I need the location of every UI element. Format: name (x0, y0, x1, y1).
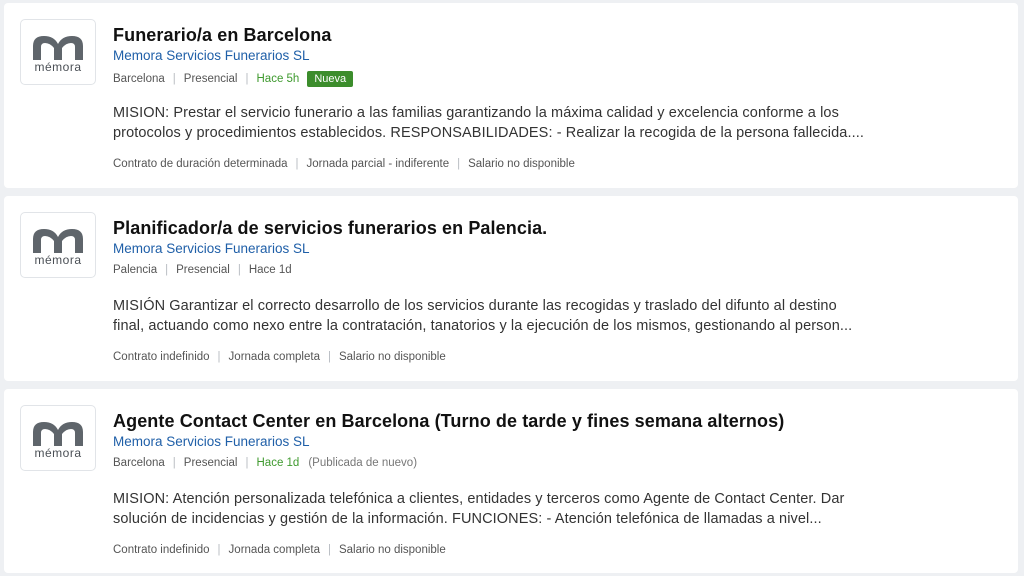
job-conditions: Contrato indefinido | Jornada completa |… (113, 351, 446, 363)
company-link[interactable]: Memora Servicios Funerarios SL (113, 434, 310, 449)
meta-divider: | (295, 158, 299, 170)
logo-wordmark: mémora (34, 59, 82, 74)
meta-divider: | (457, 158, 461, 170)
memora-m-logo-icon (33, 228, 83, 253)
meta-divider: | (327, 351, 331, 363)
work-schedule: Jornada completa (228, 351, 320, 363)
job-posted-time: Hace 5h (256, 73, 300, 85)
meta-divider: | (245, 457, 249, 469)
job-description-line: solución de incidencias y gestión de la … (113, 511, 822, 527)
republished-note: (Publicada de nuevo) (308, 457, 418, 469)
work-schedule: Jornada completa (228, 544, 320, 556)
meta-divider: | (172, 457, 176, 469)
job-offer-card[interactable]: mémora Planificador/a de servicios funer… (4, 196, 1018, 381)
job-description: MISION: Atención personalizada telefónic… (113, 489, 1013, 529)
work-schedule: Jornada parcial - indiferente (306, 158, 450, 170)
job-offer-card[interactable]: mémora Funerario/a en Barcelona Memora S… (4, 3, 1018, 188)
job-title[interactable]: Planificador/a de servicios funerarios e… (113, 218, 547, 239)
meta-divider: | (172, 73, 176, 85)
job-description: MISION: Prestar el servicio funerario a … (113, 103, 1013, 143)
company-link[interactable]: Memora Servicios Funerarios SL (113, 241, 310, 256)
meta-divider: | (327, 544, 331, 556)
job-conditions: Contrato de duración determinada | Jorna… (113, 158, 575, 170)
salary-info: Salario no disponible (338, 351, 446, 363)
job-posted-time: Hace 1d (248, 264, 292, 276)
meta-divider: | (245, 73, 249, 85)
meta-divider: | (237, 264, 241, 276)
company-logo[interactable]: mémora (20, 212, 96, 278)
company-logo[interactable]: mémora (20, 405, 96, 471)
job-title[interactable]: Agente Contact Center en Barcelona (Turn… (113, 411, 784, 432)
meta-divider: | (217, 351, 221, 363)
salary-info: Salario no disponible (468, 158, 575, 170)
job-description-line: MISIÓN Garantizar el correcto desarrollo… (113, 298, 837, 314)
contract-type: Contrato indefinido (113, 351, 210, 363)
memora-m-logo-icon (33, 35, 83, 60)
job-description-line: MISION: Atención personalizada telefónic… (113, 491, 845, 507)
job-meta: Barcelona | Presencial | Hace 5h Nueva (113, 71, 354, 87)
job-description: MISIÓN Garantizar el correcto desarrollo… (113, 296, 1013, 336)
job-city: Barcelona (113, 73, 165, 85)
job-city: Palencia (113, 264, 158, 276)
memora-m-logo-icon (33, 421, 83, 446)
job-offer-list: mémora Funerario/a en Barcelona Memora S… (0, 0, 1024, 576)
logo-wordmark: mémora (34, 445, 82, 460)
new-badge: Nueva (307, 71, 354, 87)
job-description-line: final, actuando como nexo entre la contr… (113, 318, 853, 334)
job-city: Barcelona (113, 457, 165, 469)
meta-divider: | (217, 544, 221, 556)
job-meta: Palencia | Presencial | Hace 1d (113, 264, 292, 276)
job-description-line: protocolos y procedimientos establecidos… (113, 125, 864, 141)
job-modality: Presencial (176, 264, 230, 276)
job-modality: Presencial (183, 73, 238, 85)
company-link[interactable]: Memora Servicios Funerarios SL (113, 48, 310, 63)
job-title[interactable]: Funerario/a en Barcelona (113, 25, 331, 46)
job-meta: Barcelona | Presencial | Hace 1d (Public… (113, 457, 417, 469)
job-modality: Presencial (183, 457, 238, 469)
job-conditions: Contrato indefinido | Jornada completa |… (113, 544, 446, 556)
contract-type: Contrato de duración determinada (113, 158, 288, 170)
job-description-line: MISION: Prestar el servicio funerario a … (113, 105, 839, 121)
company-logo[interactable]: mémora (20, 19, 96, 85)
job-offer-card[interactable]: mémora Agente Contact Center en Barcelon… (4, 389, 1018, 573)
salary-info: Salario no disponible (338, 544, 446, 556)
meta-divider: | (165, 264, 169, 276)
contract-type: Contrato indefinido (113, 544, 210, 556)
logo-wordmark: mémora (34, 252, 82, 267)
job-posted-time: Hace 1d (256, 457, 300, 469)
